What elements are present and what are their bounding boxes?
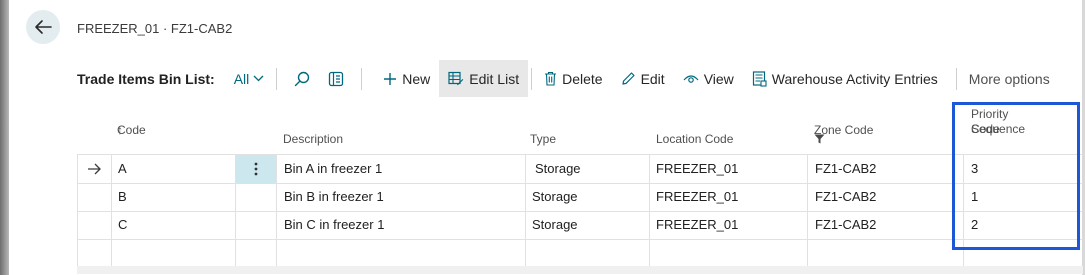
view-selector-label: All xyxy=(233,70,250,87)
cell-location-code[interactable]: FREEZER_01 xyxy=(656,211,738,239)
column-divider xyxy=(525,155,526,266)
back-arrow-icon xyxy=(35,20,52,34)
grid-footer xyxy=(77,266,1083,274)
search-button[interactable] xyxy=(289,66,315,92)
filter-pane-button[interactable] xyxy=(323,66,349,92)
new-button-label: New xyxy=(402,70,431,87)
warehouse-entries-icon xyxy=(752,70,767,87)
row-actions-button[interactable] xyxy=(235,155,276,183)
cell-location-code[interactable]: FREEZER_01 xyxy=(656,155,738,183)
warehouse-activity-entries-label: Warehouse Activity Entries xyxy=(771,70,938,87)
column-header-priority-label-line2: Code xyxy=(971,122,1000,136)
trash-icon xyxy=(545,71,557,86)
view-button-label: View xyxy=(703,70,734,87)
column-header-location-code-label: Location Code xyxy=(656,132,734,146)
new-line-row[interactable] xyxy=(77,239,1083,268)
sort-ascending-icon: ↑ xyxy=(117,123,123,137)
cell-zone-code[interactable]: FZ1-CAB2 xyxy=(815,155,876,183)
cell-location-code[interactable]: FREEZER_01 xyxy=(656,183,738,211)
delete-button-label: Delete xyxy=(562,70,603,87)
column-divider xyxy=(235,155,236,266)
column-divider xyxy=(963,155,964,266)
grid-border xyxy=(77,155,78,266)
column-divider xyxy=(807,155,808,266)
cell-priority-sequence-code[interactable]: 1 xyxy=(971,183,978,211)
cell-zone-code[interactable]: FZ1-CAB2 xyxy=(815,183,876,211)
search-icon xyxy=(295,71,310,86)
edit-button-label: Edit xyxy=(640,70,665,87)
column-header-type-label: Type xyxy=(530,132,557,146)
edit-button[interactable]: Edit xyxy=(612,60,674,97)
toolbar-separator xyxy=(531,67,533,90)
breadcrumb: FREEZER_01 · FZ1-CAB2 xyxy=(77,21,233,36)
window-frame-left xyxy=(0,0,9,275)
column-divider xyxy=(276,155,277,266)
cell-description[interactable]: Bin B in freezer 1 xyxy=(284,183,384,211)
delete-button[interactable]: Delete xyxy=(535,60,611,97)
view-selector[interactable]: All xyxy=(234,71,265,87)
table-row[interactable]: B Bin B in freezer 1 Storage FREEZER_01 … xyxy=(77,183,1083,212)
edit-list-button[interactable]: Edit List xyxy=(439,60,529,97)
filter-pane-icon xyxy=(329,71,344,86)
edit-list-icon xyxy=(448,71,464,86)
cell-type[interactable]: Storage xyxy=(532,183,578,211)
more-vertical-icon xyxy=(254,162,257,176)
plus-icon xyxy=(384,72,397,85)
eye-icon xyxy=(683,74,699,83)
action-bar: Trade Items Bin List: All New Edit List xyxy=(77,60,1085,97)
cell-type[interactable]: Storage xyxy=(535,155,581,183)
edit-list-button-label: Edit List xyxy=(469,70,520,87)
toolbar-separator xyxy=(361,67,363,90)
cell-priority-sequence-code[interactable]: 3 xyxy=(971,155,978,183)
column-header-description-label: Description xyxy=(283,132,344,146)
warehouse-activity-entries-button[interactable]: Warehouse Activity Entries xyxy=(743,60,947,97)
cell-code[interactable]: A xyxy=(118,155,127,183)
table-row[interactable]: C Bin C in freezer 1 Storage FREEZER_01 … xyxy=(77,211,1083,240)
pencil-icon xyxy=(621,72,635,85)
cell-zone-code[interactable]: FZ1-CAB2 xyxy=(815,211,876,239)
view-button[interactable]: View xyxy=(674,60,743,97)
toolbar-separator xyxy=(276,67,278,90)
cell-code[interactable]: B xyxy=(118,183,127,211)
column-divider xyxy=(649,155,650,266)
back-button[interactable] xyxy=(26,10,60,44)
cell-description[interactable]: Bin C in freezer 1 xyxy=(284,211,384,239)
cell-description[interactable]: Bin A in freezer 1 xyxy=(284,155,382,183)
column-header-zone-code-label: Zone Code xyxy=(814,123,874,137)
column-divider xyxy=(111,155,112,266)
cell-type[interactable]: Storage xyxy=(532,211,578,239)
more-options-button[interactable]: More options xyxy=(969,71,1050,87)
new-button[interactable]: New xyxy=(374,60,439,97)
row-arrow-icon xyxy=(87,155,102,183)
chevron-down-icon xyxy=(253,75,264,82)
cell-code[interactable]: C xyxy=(118,211,127,239)
table-row[interactable]: A Bin A in freezer 1 Storage FREEZER_01 … xyxy=(77,155,1083,184)
cell-priority-sequence-code[interactable]: 2 xyxy=(971,211,978,239)
list-title: Trade Items Bin List: xyxy=(77,70,215,87)
toolbar-separator xyxy=(955,67,957,90)
